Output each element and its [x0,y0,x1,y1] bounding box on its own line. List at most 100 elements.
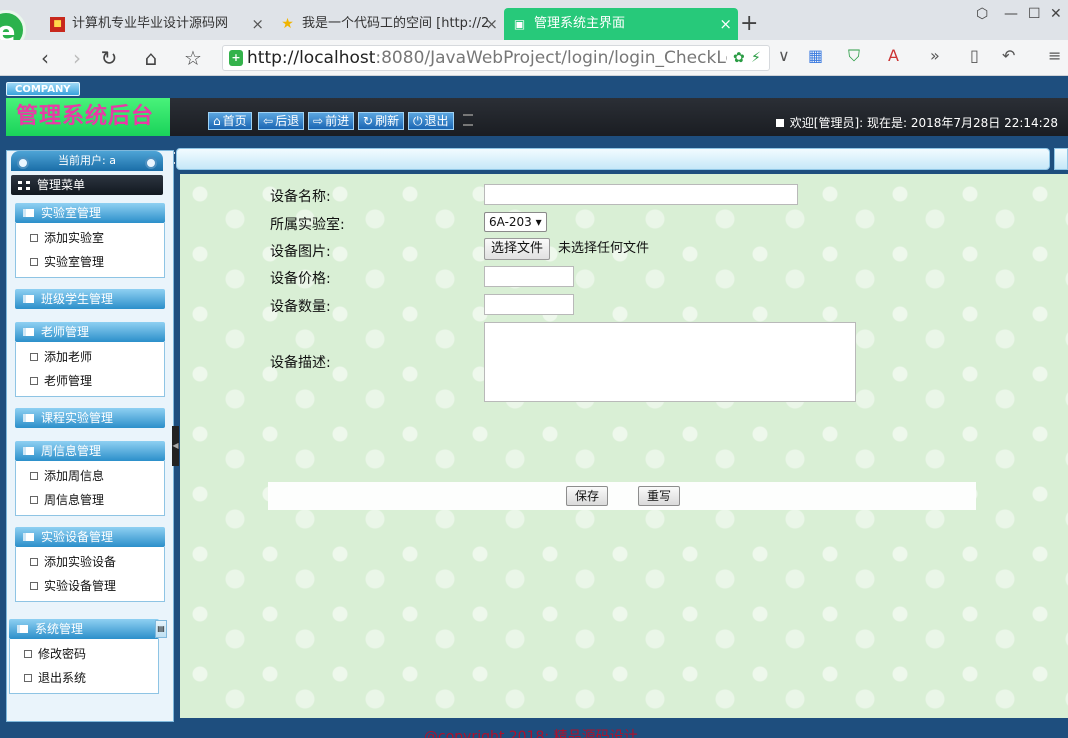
menu-group-lab: 实验室管理 添加实验室 实验室管理 [15,203,165,278]
menu-item-label: 添加实验室 [44,231,105,245]
group-header[interactable]: 系统管理 [9,619,159,639]
menu-item-add-teacher[interactable]: 添加老师 [16,345,164,369]
apps-icon[interactable]: ▦ [808,46,823,65]
status-square-icon [775,119,784,127]
page-icon [30,258,38,266]
price-input[interactable] [484,266,574,287]
page-icon [30,353,38,361]
group-title: 班级学生管理 [41,292,114,306]
description-textarea[interactable] [484,322,856,402]
group-title: 系统管理 [35,622,84,636]
reload-icon[interactable]: ↻ [96,44,122,72]
menu-item-manage-lab[interactable]: 实验室管理 [16,250,164,274]
field-label: 设备描述: [270,355,331,371]
menu-icon[interactable]: ≡ [1048,46,1061,65]
menu-group-week-info: 周信息管理 添加周信息 周信息管理 [15,441,165,516]
bookmark-star-icon[interactable]: ☆ [180,44,206,72]
close-icon[interactable]: × [485,8,498,40]
choose-file-button[interactable]: 选择文件 [484,238,551,260]
menu-item-label: 实验设备管理 [44,579,117,593]
menu-title: 管理菜单 [11,175,163,195]
menu-item-change-password[interactable]: 修改密码 [10,642,158,666]
sidebar-collapse-handle[interactable]: ◀ [172,426,179,466]
tab-admin-main[interactable]: ▣ 管理系统主界面 × [504,8,738,40]
tab-source-site[interactable]: ■ 计算机专业毕业设计源码网 × [42,8,270,40]
maximize-icon[interactable]: ☐ [1028,6,1041,22]
save-button[interactable]: 保存 [566,486,609,506]
page-icon [30,377,38,385]
page-icon [30,558,38,566]
new-tab-button[interactable]: + [740,8,758,40]
skin-icon[interactable]: ⬡ [976,6,988,22]
toolbar-forward-button[interactable]: ⇨ 前进 [308,112,355,130]
menu-item-label: 实验室管理 [44,255,105,269]
equipment-name-input[interactable] [484,184,798,205]
home-icon: ⌂ [213,114,221,128]
count-input[interactable] [484,294,574,315]
menu-item-add-week-info[interactable]: 添加周信息 [16,464,164,488]
dropdown-icon[interactable]: ∨ [778,46,790,65]
menu-item-label: 退出系统 [38,671,87,685]
current-user-label: 当前用户: a [58,154,116,167]
page-icon [24,674,32,682]
shield-icon[interactable]: ⛉ [848,46,860,66]
toolbar-home-button[interactable]: ⌂ 首页 [208,112,252,130]
toolbar-logout-button[interactable]: ⏻ 退出 [408,112,454,130]
page-icon [30,582,38,590]
close-icon[interactable]: × [251,8,264,40]
address-url[interactable]: http://localhost:8080/JavaWebProject/log… [247,46,727,70]
group-header[interactable]: 课程实验管理 [15,408,165,428]
list-icon [23,447,34,455]
form-action-bar: 保存 重写 [268,482,976,510]
site-favicon-icon: ■ [50,17,65,32]
group-header[interactable]: 实验设备管理 [15,527,165,547]
file-status: 未选择任何文件 [558,241,650,256]
menu-item-manage-week-info[interactable]: 周信息管理 [16,488,164,512]
loading-icon: ✿ [733,50,745,66]
group-title: 老师管理 [41,325,90,339]
home-icon[interactable]: ⌂ [138,44,164,72]
minimize-icon[interactable]: — [1004,6,1018,22]
toolbar-back-button[interactable]: ⇦ 后退 [258,112,305,130]
menu-item-logout[interactable]: 退出系统 [10,666,158,690]
translate-icon[interactable]: A [888,46,899,65]
group-header[interactable]: 周信息管理 [15,441,165,461]
sidebar: 当前用户: a 管理菜单 实验室管理 添加实验室 实验室管理 班级学生管理 老师… [6,150,174,722]
close-icon[interactable]: × [719,8,732,40]
group-header[interactable]: 实验室管理 [15,203,165,223]
forward-icon[interactable]: › [64,44,90,72]
back-icon[interactable]: ‹ [32,44,58,72]
reset-button[interactable]: 重写 [638,486,681,506]
content-header-bar [176,148,1050,170]
field-label: 所属实验室: [270,217,345,233]
field-label: 设备价格: [270,271,331,287]
menu-item-manage-equipment[interactable]: 实验设备管理 [16,574,164,598]
group-body: 添加实验室 实验室管理 [15,223,165,278]
address-bar[interactable]: + http://localhost:8080/JavaWebProject/l… [222,45,770,71]
toolbar-label: 刷新 [375,114,400,128]
tab-coder-space[interactable]: ★ 我是一个代码工的空间 [http://2 × [272,8,504,40]
group-header[interactable]: 老师管理 [15,322,165,342]
more-extensions-icon[interactable]: » [930,46,940,65]
toolbar-refresh-button[interactable]: ↻ 刷新 [358,112,405,130]
group-header[interactable]: 班级学生管理 [15,289,165,309]
system-collapse-tab[interactable]: ▤ [155,620,167,638]
undo-icon[interactable]: ↶ [1002,46,1015,65]
group-body: 添加老师 老师管理 [15,342,165,397]
reading-mode-icon[interactable]: ▯ [970,46,979,65]
welcome-text: 欢迎[管理员]: 现在是: 2018年7月28日 22:14:28 [789,116,1058,130]
url-host: http://localhost [247,48,376,68]
close-window-icon[interactable]: ✕ [1050,6,1062,22]
group-body: 添加实验设备 实验设备管理 [15,547,165,602]
lab-select[interactable]: 6A-203 ▾ [484,212,547,232]
speed-mode-icon[interactable]: ⚡ [751,49,761,67]
menu-item-manage-teacher[interactable]: 老师管理 [16,369,164,393]
menu-item-add-equipment[interactable]: 添加实验设备 [16,550,164,574]
tab-label: 计算机专业毕业设计源码网 [72,16,229,31]
app-brand-title: 管理系统后台 [6,98,170,136]
dropdown-arrow-icon: ▾ [535,215,542,229]
toolbar-label: 后退 [275,114,300,128]
page-icon [30,234,38,242]
menu-item-add-lab[interactable]: 添加实验室 [16,226,164,250]
field-label: 设备名称: [270,189,331,205]
